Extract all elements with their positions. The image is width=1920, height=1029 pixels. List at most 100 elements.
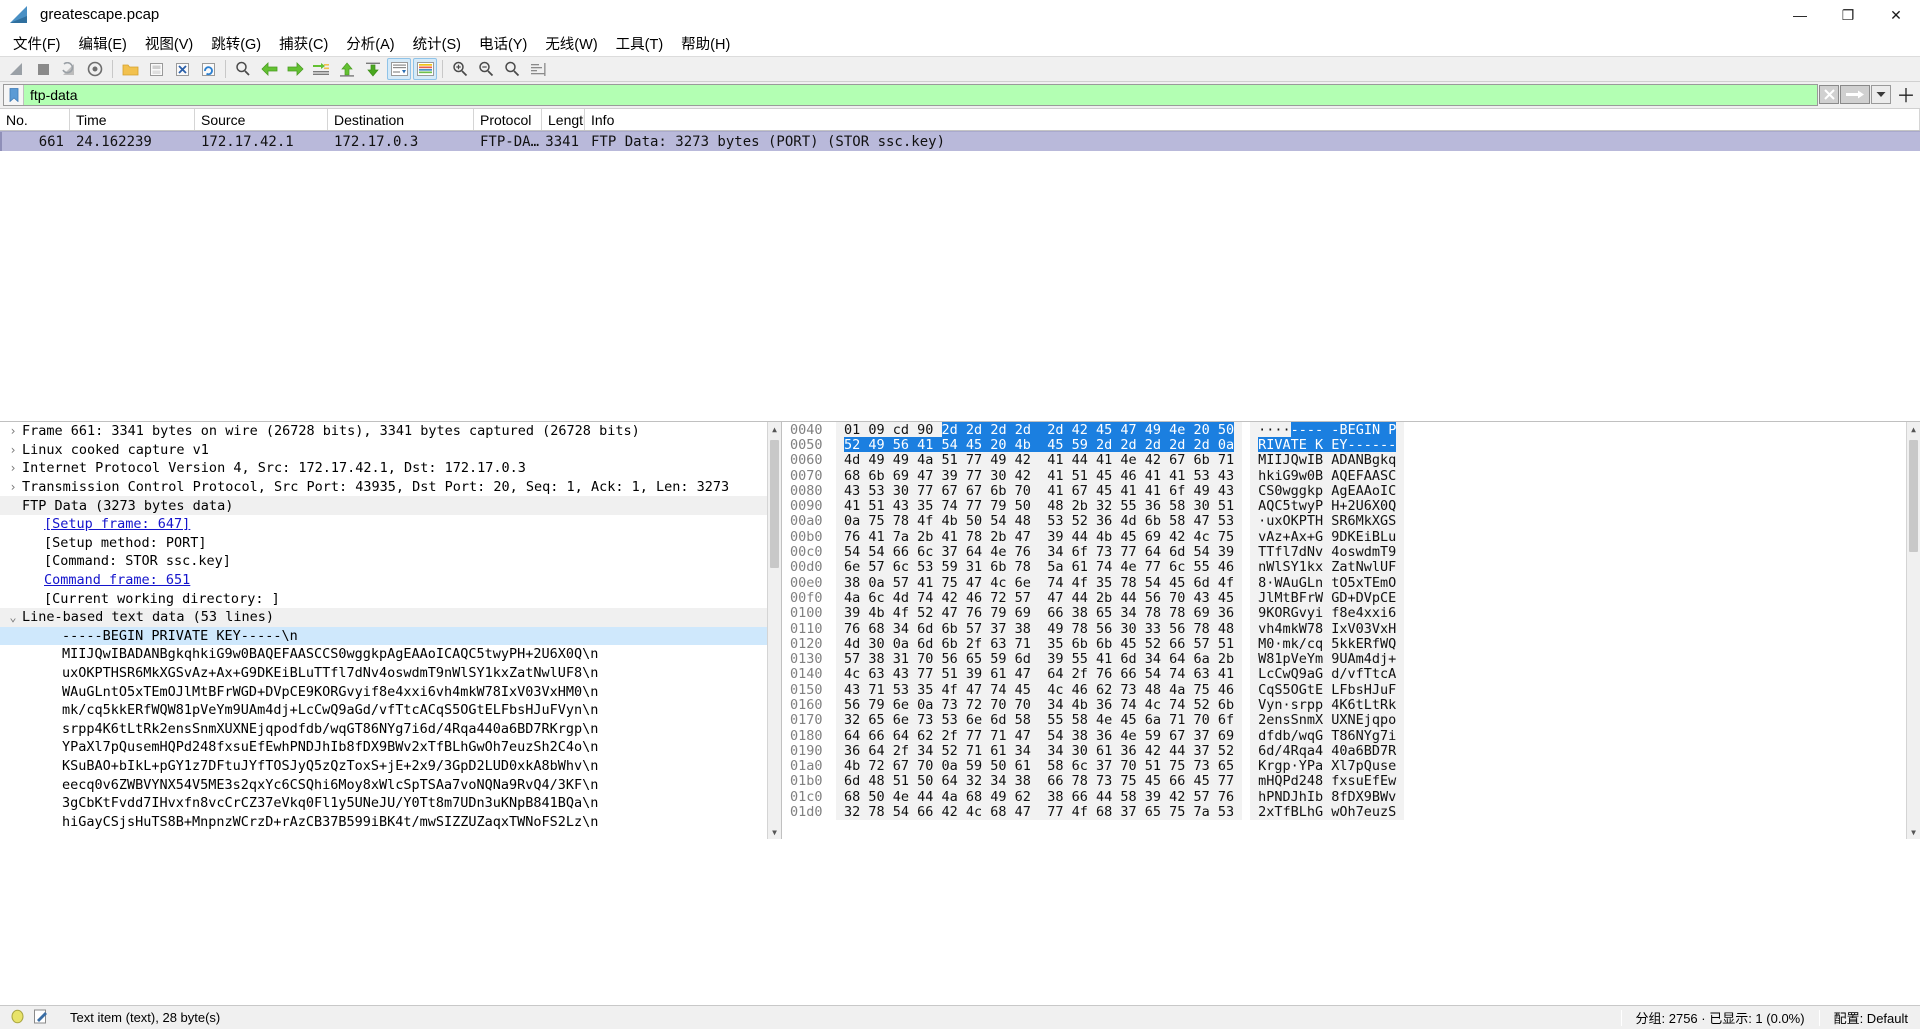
hex-dump-row[interactable]: 0170 32 65 6e 73 53 6e 6d 58 55 58 4e 45 … (782, 712, 1920, 729)
detail-tree-row[interactable]: › Transmission Control Protocol, Src Port… (0, 478, 781, 497)
bytes-scroll-thumb[interactable] (1909, 440, 1918, 552)
detail-tree-row[interactable]: KSuBAO+bIkL+pGY1z7DFtuJYfTOSJyQ5zQzToxS+… (0, 757, 781, 776)
detail-tree-row[interactable]: hiGayCSjsHuTS8B+MnpnzWCrzD+rAzCB37B599iB… (0, 812, 781, 831)
hex-dump-row[interactable]: 0180 64 66 64 62 2f 77 71 47 54 38 36 4e … (782, 727, 1920, 744)
detail-tree-row[interactable]: › Frame 661: 3341 bytes on wire (26728 bi… (0, 422, 781, 441)
capture-comment-icon[interactable] (33, 1009, 48, 1027)
status-profile[interactable]: 配置: Default (1834, 1008, 1920, 1027)
column-header-length[interactable]: Lengtl (542, 109, 585, 130)
filter-dropdown-button[interactable] (1871, 85, 1891, 104)
hex-dump-row[interactable]: 0070 68 6b 69 47 39 77 30 42 41 51 45 46 … (782, 467, 1920, 484)
expert-info-icon[interactable] (10, 1009, 25, 1027)
go-to-last-icon[interactable] (361, 58, 385, 80)
zoom-in-icon[interactable] (448, 58, 472, 80)
column-header-protocol[interactable]: Protocol (474, 109, 542, 130)
hex-dump-row[interactable]: 01b0 6d 48 51 50 64 32 34 38 66 78 73 75 … (782, 773, 1920, 790)
display-filter-input[interactable] (24, 84, 1817, 105)
minimize-button[interactable]: — (1776, 0, 1824, 30)
chevron-right-icon[interactable]: › (4, 443, 22, 457)
menu-capture[interactable]: 捕获(C) (270, 30, 337, 57)
save-file-icon[interactable] (144, 58, 168, 80)
hex-dump-row[interactable]: 01d0 32 78 54 66 42 4c 68 47 77 4f 68 37 … (782, 804, 1920, 821)
hex-dump-row[interactable]: 0050 52 49 56 41 54 45 20 4b 45 59 2d 2d … (782, 436, 1920, 453)
details-scroll-thumb[interactable] (770, 440, 779, 568)
maximize-button[interactable]: ❐ (1824, 0, 1872, 30)
hex-dump-row[interactable]: 0110 76 68 34 6d 6b 57 37 38 49 78 56 30 … (782, 620, 1920, 637)
go-to-packet-icon[interactable] (309, 58, 333, 80)
menu-view[interactable]: 视图(V) (136, 30, 202, 57)
scroll-up-icon[interactable]: ▲ (1907, 422, 1920, 436)
hex-dump-row[interactable]: 00f0 4a 6c 4d 74 42 46 72 57 47 44 2b 44 … (782, 589, 1920, 606)
go-to-first-icon[interactable] (335, 58, 359, 80)
colorize-icon[interactable] (413, 58, 437, 80)
packet-details-pane[interactable]: › Frame 661: 3341 bytes on wire (26728 bi… (0, 422, 782, 839)
display-filter-input-wrapper[interactable] (3, 83, 1818, 106)
apply-filter-button[interactable] (1840, 85, 1870, 104)
menu-edit[interactable]: 编辑(E) (70, 30, 136, 57)
detail-tree-row[interactable]: 3gCbKtFvdd7IHvxfn8vcCrCZ37eVkq0Fl1y5UNeJ… (0, 794, 781, 813)
chevron-right-icon[interactable]: › (4, 424, 22, 438)
open-file-icon[interactable] (118, 58, 142, 80)
scroll-down-icon[interactable]: ▼ (768, 825, 781, 839)
detail-tree-row[interactable]: [Setup method: PORT] (0, 534, 781, 553)
hex-dump-row[interactable]: 0150 43 71 53 35 4f 47 74 45 4c 46 62 73 … (782, 681, 1920, 698)
add-filter-button[interactable]: ＋ (1895, 84, 1917, 107)
chevron-right-icon[interactable]: › (4, 461, 22, 475)
auto-scroll-icon[interactable] (387, 58, 411, 80)
menu-help[interactable]: 帮助(H) (672, 30, 739, 57)
menu-statistics[interactable]: 统计(S) (404, 30, 470, 57)
detail-tree-row[interactable]: [Setup frame: 647] (0, 515, 781, 534)
menu-telephony[interactable]: 电话(Y) (470, 30, 536, 57)
hex-dump-row[interactable]: 0090 41 51 43 35 74 77 79 50 48 2b 32 55 … (782, 498, 1920, 515)
go-forward-icon[interactable] (283, 58, 307, 80)
detail-tree-row[interactable]: ⌄ Line-based text data (53 lines) (0, 607, 781, 627)
close-file-icon[interactable] (170, 58, 194, 80)
scroll-down-icon[interactable]: ▼ (1907, 825, 1920, 839)
column-header-no[interactable]: No. (0, 109, 70, 130)
hex-dump-row[interactable]: 00a0 0a 75 78 4f 4b 50 54 48 53 52 36 4d … (782, 513, 1920, 530)
column-header-source[interactable]: Source (195, 109, 328, 130)
scroll-up-icon[interactable]: ▲ (768, 422, 781, 436)
hex-dump-row[interactable]: 0060 4d 49 49 4a 51 77 49 42 41 44 41 4e … (782, 452, 1920, 469)
hex-dump-row[interactable]: 0040 01 09 cd 90 2d 2d 2d 2d 2d 42 45 47 … (782, 422, 1920, 438)
column-header-time[interactable]: Time (70, 109, 195, 130)
hex-dump-row[interactable]: 01a0 4b 72 67 70 0a 59 50 61 58 6c 37 70 … (782, 758, 1920, 775)
details-scrollbar[interactable]: ▲ ▼ (767, 422, 781, 839)
hex-dump-row[interactable]: 0120 4d 30 0a 6d 6b 2f 63 71 35 6b 6b 45 … (782, 635, 1920, 652)
detail-tree-row[interactable]: -----BEGIN PRIVATE KEY-----\n (0, 626, 781, 646)
detail-tree-row[interactable]: › Internet Protocol Version 4, Src: 172.1… (0, 459, 781, 478)
detail-tree-row[interactable]: mk/cq5kkERfWQW81pVeYm9UAm4dj+LcCwQ9aGd/v… (0, 701, 781, 720)
menu-file[interactable]: 文件(F) (4, 30, 70, 57)
hex-dump-row[interactable]: 0140 4c 63 43 77 51 39 61 47 64 2f 76 66 … (782, 666, 1920, 683)
table-row[interactable]: 661 24.162239 172.17.42.1 172.17.0.3 FTP… (0, 131, 1920, 151)
detail-tree-row[interactable]: FTP Data (3273 bytes data) (0, 496, 781, 515)
detail-tree-row[interactable]: MIIJQwIBADANBgkqhkiG9w0BAQEFAASCCS0wggkp… (0, 645, 781, 664)
zoom-reset-icon[interactable] (500, 58, 524, 80)
column-header-destination[interactable]: Destination (328, 109, 474, 130)
go-back-icon[interactable] (257, 58, 281, 80)
hex-dump-row[interactable]: 0130 57 38 31 70 56 65 59 6d 39 55 41 6d … (782, 651, 1920, 668)
hex-dump-row[interactable]: 00e0 38 0a 57 41 75 47 4c 6e 74 4f 35 78 … (782, 574, 1920, 591)
column-header-info[interactable]: Info (585, 109, 1920, 130)
detail-tree-row[interactable]: › Linux cooked capture v1 (0, 441, 781, 460)
hex-dump-row[interactable]: 01c0 68 50 4e 44 4a 68 49 62 38 66 44 58 … (782, 788, 1920, 805)
hex-dump-row[interactable]: 00c0 54 54 66 6c 37 64 4e 76 34 6f 73 77 … (782, 544, 1920, 561)
detail-tree-row[interactable]: [Current working directory: ] (0, 589, 781, 608)
hex-dump-row[interactable]: 00d0 6e 57 6c 53 59 31 6b 78 5a 61 74 4e … (782, 559, 1920, 576)
hex-dump-row[interactable]: 00b0 76 41 7a 2b 41 78 2b 47 39 44 4b 45 … (782, 528, 1920, 545)
menu-tools[interactable]: 工具(T) (607, 30, 673, 57)
clear-filter-button[interactable] (1819, 85, 1839, 104)
reload-file-icon[interactable] (196, 58, 220, 80)
bookmark-icon[interactable] (4, 84, 24, 105)
detail-tree-row[interactable]: uxOKPTHSR6MkXGSvAz+Ax+G9DKEiBLuTTfl7dNv4… (0, 664, 781, 683)
detail-tree-row[interactable]: [Command: STOR ssc.key] (0, 552, 781, 571)
chevron-right-icon[interactable]: › (4, 480, 22, 494)
detail-tree-row[interactable]: WAuGLntO5xTEmOJlMtBFrWGD+DVpCE9KORGvyif8… (0, 682, 781, 701)
capture-options-icon[interactable] (83, 58, 107, 80)
detail-tree-row[interactable]: YPaXl7pQusemHQPd248fxsuEfEwhPNDJhIb8fDX9… (0, 738, 781, 757)
detail-tree-row[interactable]: eecq0v6ZWBVYNX54V5ME3s2qxYc6CSQhi6Moy8xW… (0, 775, 781, 794)
start-capture-icon[interactable] (5, 58, 29, 80)
detail-tree-row[interactable]: srpp4K6tLtRk2ensSnmXUXNEjqpodfdb/wqGT86N… (0, 720, 781, 739)
detail-tree-row[interactable]: Command frame: 651 (0, 571, 781, 590)
find-packet-icon[interactable] (231, 58, 255, 80)
